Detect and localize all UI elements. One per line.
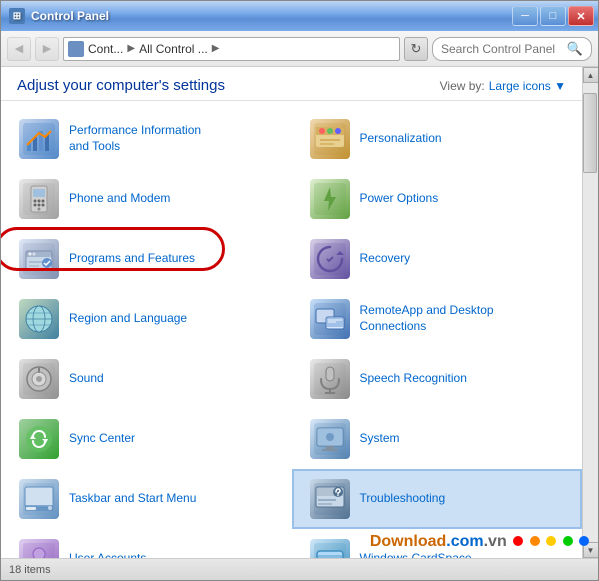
region-language-icon	[19, 299, 59, 339]
recovery-icon	[310, 239, 350, 279]
address-icon	[68, 41, 84, 57]
item-programs-features[interactable]: Programs and Features	[1, 229, 292, 289]
item-system[interactable]: System	[292, 409, 583, 469]
scrollbar[interactable]: ▲ ▼	[582, 67, 598, 558]
control-panel-window: ⊞ Control Panel ─ □ ✕ ◀ ▶ Cont... ▶ All …	[0, 0, 599, 581]
item-sync-center[interactable]: Sync Center	[1, 409, 292, 469]
windows-cardspace-icon	[310, 539, 350, 558]
items-grid: Performance Informationand Tools Persona…	[1, 101, 582, 558]
phone-modem-icon	[19, 179, 59, 219]
address-part-2: All Control ...	[139, 42, 208, 56]
item-speech-recognition[interactable]: Speech Recognition	[292, 349, 583, 409]
user-accounts-label: User Accounts	[69, 551, 146, 558]
forward-button[interactable]: ▶	[35, 37, 59, 61]
item-personalization[interactable]: Personalization	[292, 109, 583, 169]
view-by-value[interactable]: Large icons ▼	[489, 79, 566, 93]
address-separator-1: ▶	[127, 43, 135, 54]
sync-center-icon	[19, 419, 59, 459]
scroll-thumb[interactable]	[583, 93, 597, 173]
troubleshooting-icon	[310, 479, 350, 519]
remoteapp-icon	[310, 299, 350, 339]
phone-modem-label: Phone and Modem	[69, 191, 170, 207]
taskbar-icon	[19, 479, 59, 519]
system-label: System	[360, 431, 400, 447]
title-bar-left: ⊞ Control Panel	[9, 8, 109, 24]
view-by-container: View by: Large icons ▼	[440, 79, 566, 93]
window-title: Control Panel	[31, 9, 109, 23]
address-part-1: Cont...	[88, 42, 123, 56]
region-language-label: Region and Language	[69, 311, 187, 327]
item-phone-modem[interactable]: Phone and Modem	[1, 169, 292, 229]
view-by-label: View by:	[440, 79, 485, 93]
recovery-label: Recovery	[360, 251, 411, 267]
item-power-options[interactable]: Power Options	[292, 169, 583, 229]
power-options-icon	[310, 179, 350, 219]
remoteapp-label: RemoteApp and DesktopConnections	[360, 303, 494, 334]
speech-recognition-icon	[310, 359, 350, 399]
item-performance[interactable]: Performance Informationand Tools	[1, 109, 292, 169]
status-bar: 18 items	[1, 558, 598, 580]
title-buttons: ─ □ ✕	[512, 6, 594, 26]
back-button[interactable]: ◀	[7, 37, 31, 61]
title-bar: ⊞ Control Panel ─ □ ✕	[1, 1, 598, 31]
item-region-language[interactable]: Region and Language	[1, 289, 292, 349]
scroll-track[interactable]	[583, 83, 598, 542]
page-title: Adjust your computer's settings	[17, 77, 225, 94]
address-separator-2: ▶	[212, 43, 220, 54]
personalization-icon	[310, 119, 350, 159]
scroll-up-button[interactable]: ▲	[583, 67, 599, 83]
item-user-accounts[interactable]: User Accounts	[1, 529, 292, 558]
search-bar[interactable]: 🔍	[432, 37, 592, 61]
troubleshooting-label: Troubleshooting	[360, 491, 446, 507]
minimize-button[interactable]: ─	[512, 6, 538, 26]
content-header: Adjust your computer's settings View by:…	[1, 67, 582, 101]
programs-features-icon	[19, 239, 59, 279]
performance-icon	[19, 119, 59, 159]
system-icon	[310, 419, 350, 459]
item-troubleshooting[interactable]: Troubleshooting	[292, 469, 583, 529]
item-recovery[interactable]: Recovery	[292, 229, 583, 289]
speech-recognition-label: Speech Recognition	[360, 371, 467, 387]
refresh-button[interactable]: ↻	[404, 37, 428, 61]
sync-center-label: Sync Center	[69, 431, 135, 447]
performance-label: Performance Informationand Tools	[69, 123, 201, 154]
windows-cardspace-label: Windows CardSpace	[360, 551, 472, 558]
item-remoteapp[interactable]: RemoteApp and DesktopConnections	[292, 289, 583, 349]
item-taskbar-start[interactable]: Taskbar and Start Menu	[1, 469, 292, 529]
item-sound[interactable]: Sound	[1, 349, 292, 409]
taskbar-label: Taskbar and Start Menu	[69, 491, 196, 507]
power-options-label: Power Options	[360, 191, 439, 207]
sound-icon	[19, 359, 59, 399]
sound-label: Sound	[69, 371, 104, 387]
personalization-label: Personalization	[360, 131, 442, 147]
status-items-count: 18 items	[9, 564, 51, 576]
scroll-down-button[interactable]: ▼	[583, 542, 599, 558]
nav-bar: ◀ ▶ Cont... ▶ All Control ... ▶ ↻ 🔍	[1, 31, 598, 67]
user-accounts-icon	[19, 539, 59, 558]
main-content: Adjust your computer's settings View by:…	[1, 67, 598, 558]
address-bar[interactable]: Cont... ▶ All Control ... ▶	[63, 37, 400, 61]
content-area: Adjust your computer's settings View by:…	[1, 67, 582, 558]
search-input[interactable]	[441, 42, 563, 56]
maximize-button[interactable]: □	[540, 6, 566, 26]
window-icon: ⊞	[9, 8, 25, 24]
search-icon[interactable]: 🔍	[567, 41, 583, 57]
programs-features-label: Programs and Features	[69, 251, 195, 267]
item-windows-cardspace[interactable]: Windows CardSpace	[292, 529, 583, 558]
close-button[interactable]: ✕	[568, 6, 594, 26]
